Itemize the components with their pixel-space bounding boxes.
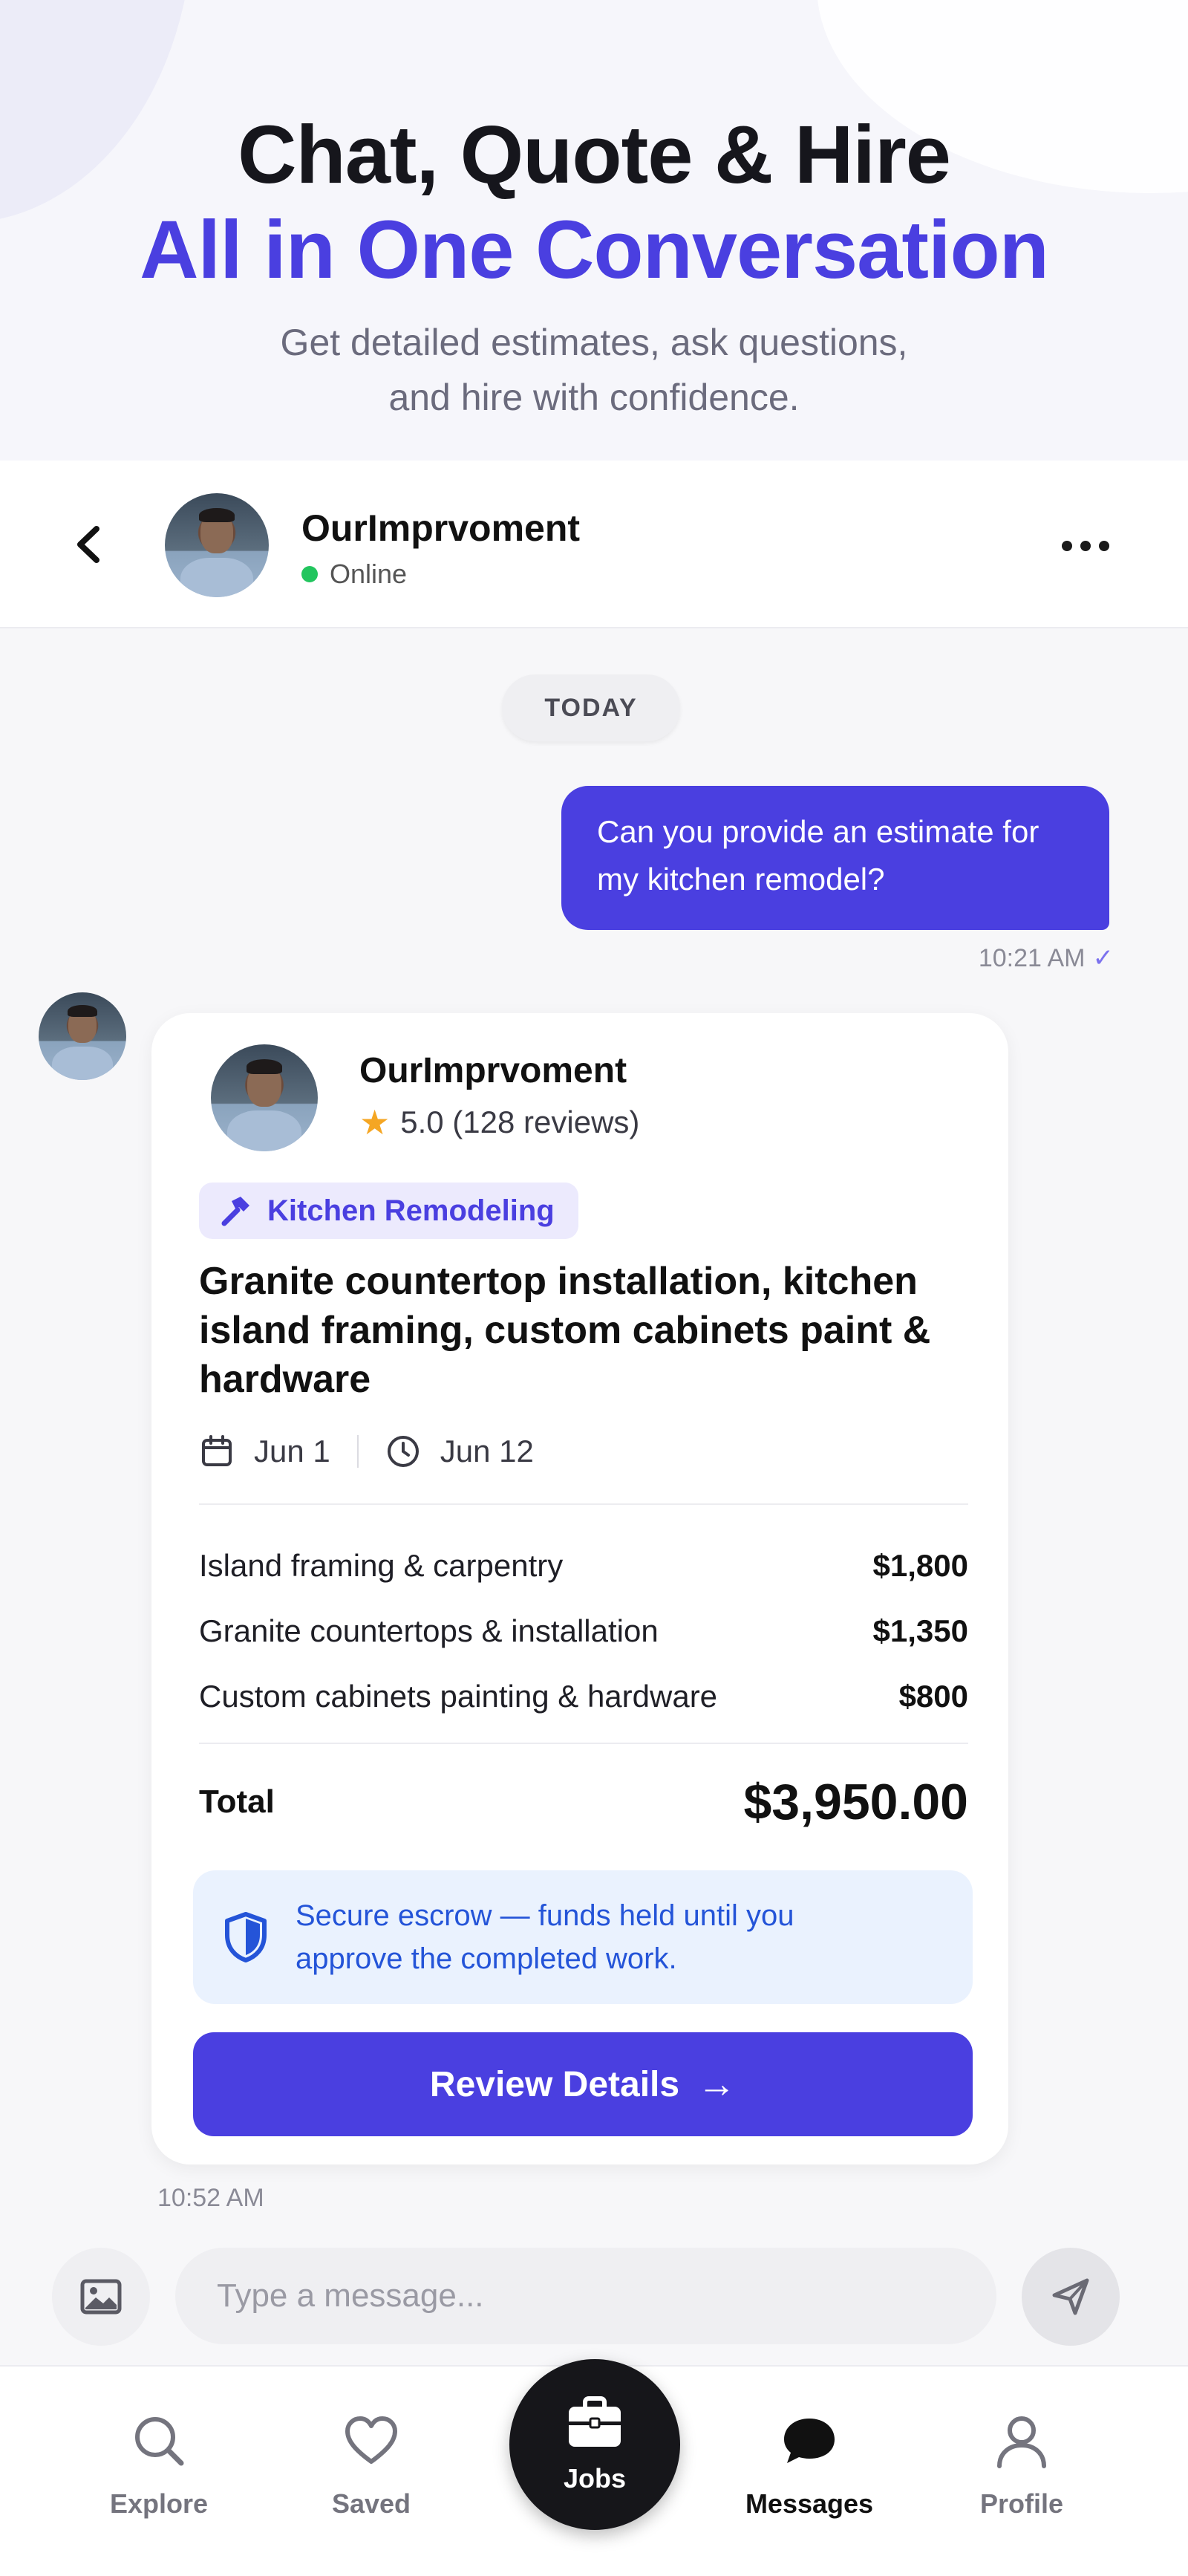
chevron-left-icon [77,526,99,563]
more-options-button[interactable] [1062,535,1109,557]
tab-label: Messages [745,2488,874,2519]
search-icon [135,2417,184,2466]
quote-title-line: Granite countertop installation, kitchen [199,1260,918,1303]
image-icon [80,2279,122,2315]
escrow-text-line: Secure escrow — funds held until you [296,1899,794,1932]
tab-label: Explore [109,2488,209,2519]
category-label: Kitchen Remodeling [267,1194,555,1227]
back-button[interactable] [67,520,111,569]
category-tag: Kitchen Remodeling [199,1183,578,1239]
pro-rating: ★ 5.0 (128 reviews) [359,1102,639,1142]
avatar[interactable] [165,493,269,597]
arrow-right-icon: → [697,2063,737,2106]
hero-subtitle-line: Get detailed estimates, ask questions, [280,322,908,363]
message-composer [0,2236,1188,2362]
date-separator: TODAY [502,674,680,741]
escrow-text-line: approve the completed work. [296,1942,677,1975]
divider [199,1503,968,1505]
message-input[interactable] [175,2248,996,2344]
total-label: Total [199,1783,275,1820]
online-status-label: Online [330,559,408,589]
tab-label: Jobs [563,2463,627,2494]
outgoing-message[interactable]: Can you provide an estimate for my kitch… [561,786,1109,930]
attach-image-button[interactable] [52,2248,150,2346]
send-button[interactable] [1022,2248,1120,2346]
heart-icon [345,2416,397,2464]
line-item-row: Island framing & carpentry $1,800 [199,1533,968,1598]
line-item-amount: $800 [898,1679,968,1714]
chat-header: OurImprvoment Online [0,461,1188,628]
checkmark-icon: ✓ [1092,944,1114,972]
timestamp-text: 10:21 AM [978,944,1086,972]
hero-banner: Chat, Quote & Hire All in One Conversati… [0,0,1188,461]
message-timestamp: 10:21 AM ✓ [921,943,1114,973]
pro-name[interactable]: OurImprvoment [359,1050,627,1091]
online-dot-icon [301,566,318,582]
hero-subtitle: Get detailed estimates, ask questions, a… [0,315,1188,425]
total-row: Total $3,950.00 [199,1765,968,1839]
pro-avatar[interactable] [211,1044,318,1151]
divider [199,1743,968,1744]
line-item-amount: $1,350 [872,1613,968,1648]
message-text-line: my kitchen remodel? [597,862,885,897]
shield-icon [225,1912,267,1962]
total-amount: $3,950.00 [743,1774,968,1830]
more-horizontal-icon [1062,541,1072,551]
tab-label: Profile [979,2488,1064,2519]
end-date: Jun 12 [440,1434,534,1468]
hero-title: Chat, Quote & Hire [238,109,951,201]
quote-card: OurImprvoment ★ 5.0 (128 reviews) Kitche… [151,1013,1008,2164]
review-details-label: Review Details [429,2064,680,2104]
user-icon [997,2416,1046,2468]
hero-title-accent: All in One Conversation [140,204,1049,296]
tab-label: Saved [331,2488,411,2519]
divider [356,1435,359,1468]
start-date: Jun 1 [254,1434,330,1468]
message-timestamp: 10:52 AM [157,2184,264,2212]
escrow-notice: Secure escrow — funds held until you app… [193,1870,973,2004]
chat-bubble-icon [784,2419,835,2463]
send-icon [1052,2278,1089,2315]
contact-name[interactable]: OurImprvoment [301,507,580,550]
calendar-icon [202,1435,232,1466]
clock-icon [387,1436,419,1467]
rating-text: 5.0 (128 reviews) [400,1105,640,1139]
quote-title-line: island framing, custom cabinets paint & [199,1309,931,1352]
message-text-line: Can you provide an estimate for [597,814,1040,849]
line-item-label: Island framing & carpentry [199,1548,564,1583]
tab-explore[interactable]: Explore [62,2367,255,2576]
schedule-dates: Jun 1 Jun 12 [199,1429,534,1474]
quote-title: Granite countertop installation, kitchen… [199,1257,956,1404]
line-items: Island framing & carpentry $1,800 Granit… [199,1533,968,1729]
escrow-text: Secure escrow — funds held until you app… [296,1894,794,1980]
line-item-label: Granite countertops & installation [199,1613,659,1648]
sender-avatar[interactable] [39,992,126,1080]
tab-messages[interactable]: Messages [713,2367,906,2576]
hammer-icon [221,1197,249,1226]
line-item-row: Custom cabinets painting & hardware $800 [199,1664,968,1729]
star-icon: ★ [359,1103,391,1142]
line-item-label: Custom cabinets painting & hardware [199,1679,718,1714]
review-details-button[interactable]: Review Details → [193,2032,973,2136]
briefcase-icon [569,2396,621,2447]
quote-title-line: hardware [199,1358,371,1401]
online-status: Online [301,559,407,590]
tab-jobs[interactable]: Jobs [509,2359,680,2530]
line-item-amount: $1,800 [872,1548,968,1583]
line-item-row: Granite countertops & installation $1,35… [199,1598,968,1664]
tab-profile[interactable]: Profile [925,2367,1118,2576]
hero-subtitle-line: and hire with confidence. [388,377,800,418]
tab-saved[interactable]: Saved [275,2367,468,2576]
